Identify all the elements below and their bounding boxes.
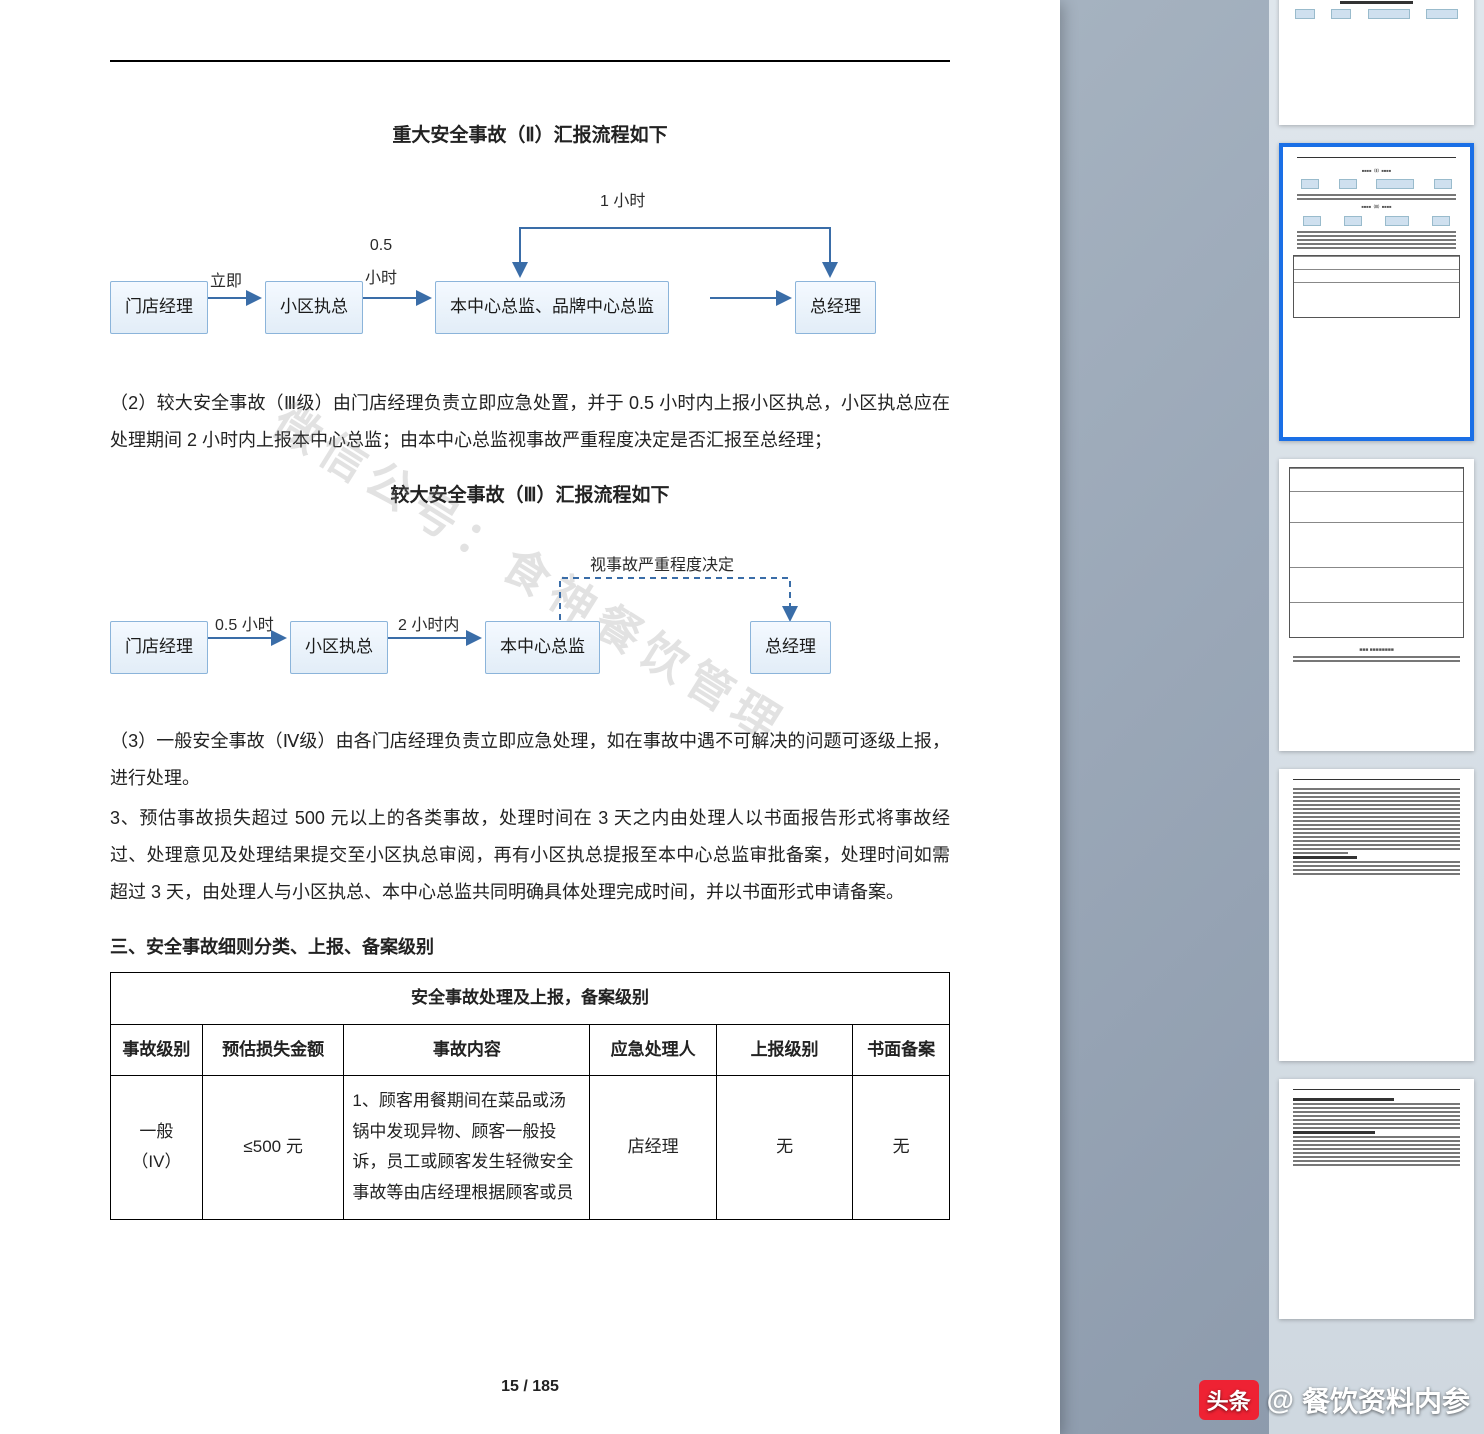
page-thumbnail[interactable] bbox=[1279, 1079, 1474, 1319]
th-level: 事故级别 bbox=[111, 1024, 203, 1076]
label-1hour: 1 小时 bbox=[600, 186, 645, 219]
paragraph-2: （2）较大安全事故（Ⅲ级）由门店经理负责立即应急处置，并于 0.5 小时内上报小… bbox=[110, 385, 950, 459]
page-thumbnail[interactable] bbox=[1279, 769, 1474, 1061]
document-page: 微信公号：食神餐饮管理 重大安全事故（Ⅱ）汇报流程如下 bbox=[0, 0, 1060, 1434]
toutiao-logo: 头条 bbox=[1199, 1380, 1259, 1420]
flow2-node-area-exec: 小区执总 bbox=[290, 621, 388, 674]
source-watermark: 头条 @ 餐饮资料内参 bbox=[1199, 1380, 1470, 1420]
flow1-node-store-manager: 门店经理 bbox=[110, 281, 208, 334]
incident-table: 安全事故处理及上报，备案级别 事故级别 预估损失金额 事故内容 应急处理人 上报… bbox=[110, 972, 950, 1220]
table-row: 一般（IV） ≤500 元 1、顾客用餐期间在菜品或汤锅中发现异物、顾客一般投诉… bbox=[111, 1076, 950, 1219]
section-title-2: 较大安全事故（Ⅲ）汇报流程如下 bbox=[110, 477, 950, 516]
section-title-1: 重大安全事故（Ⅱ）汇报流程如下 bbox=[110, 117, 950, 156]
page-thumbnail[interactable]: ■■■ ■■■■■■■■ bbox=[1279, 459, 1474, 751]
th-handler: 应急处理人 bbox=[590, 1024, 717, 1076]
at-symbol: @ bbox=[1267, 1384, 1294, 1416]
cell-handler: 店经理 bbox=[590, 1076, 717, 1219]
page-number: 15 / 185 bbox=[0, 1371, 1060, 1404]
th-file: 书面备案 bbox=[853, 1024, 950, 1076]
label-two: 2 小时内 bbox=[398, 610, 459, 643]
label-immediate: 立即 bbox=[210, 266, 242, 299]
th-report: 上报级别 bbox=[716, 1024, 852, 1076]
top-rule bbox=[110, 60, 950, 62]
page-thumbnail[interactable] bbox=[1279, 0, 1474, 125]
label-halfhour: 0.5 小时 bbox=[365, 230, 397, 296]
section3-heading: 三、安全事故细则分类、上报、备案级别 bbox=[110, 929, 950, 966]
label-decide: 视事故严重程度决定 bbox=[590, 550, 734, 583]
viewer-gutter bbox=[1075, 0, 1269, 1434]
flow2-node-gm: 总经理 bbox=[750, 621, 831, 674]
label-half: 0.5 小时 bbox=[215, 610, 274, 643]
table-caption: 安全事故处理及上报，备案级别 bbox=[111, 973, 950, 1025]
cell-level: 一般（IV） bbox=[111, 1076, 203, 1219]
cell-report: 无 bbox=[716, 1076, 852, 1219]
thumbnail-sidebar[interactable]: ■■■■（Ⅱ）■■■■ ■■■■（Ⅲ）■■■■ ■■■ ■■■■■■■■ bbox=[1269, 0, 1484, 1434]
flow2-node-store-manager: 门店经理 bbox=[110, 621, 208, 674]
page-thumbnail[interactable]: ■■■■（Ⅱ）■■■■ ■■■■（Ⅲ）■■■■ bbox=[1279, 143, 1474, 441]
brand-name: 餐饮资料内参 bbox=[1302, 1380, 1470, 1420]
flow2-node-center-director: 本中心总监 bbox=[485, 621, 600, 674]
th-content: 事故内容 bbox=[344, 1024, 590, 1076]
flow1-node-area-exec: 小区执总 bbox=[265, 281, 363, 334]
flowchart-major: 1 小时 0.5 小时 立即 门店经理 小区执总 本中心总监、品牌中心总监 总经… bbox=[110, 178, 950, 353]
flow1-node-gm: 总经理 bbox=[795, 281, 876, 334]
cell-loss: ≤500 元 bbox=[202, 1076, 344, 1219]
th-loss: 预估损失金额 bbox=[202, 1024, 344, 1076]
cell-file: 无 bbox=[853, 1076, 950, 1219]
flow1-node-center-director: 本中心总监、品牌中心总监 bbox=[435, 281, 669, 334]
paragraph-3: （3）一般安全事故（Ⅳ级）由各门店经理负责立即应急处理，如在事故中遇不可解决的问… bbox=[110, 723, 950, 797]
flowchart-moderate: 视事故严重程度决定 0.5 小时 2 小时内 门店经理 小区执总 本中心总监 总… bbox=[110, 538, 950, 683]
cell-content: 1、顾客用餐期间在菜品或汤锅中发现异物、顾客一般投诉，员工或顾客发生轻微安全事故… bbox=[344, 1076, 590, 1219]
paragraph-4: 3、预估事故损失超过 500 元以上的各类事故，处理时间在 3 天之内由处理人以… bbox=[110, 800, 950, 911]
